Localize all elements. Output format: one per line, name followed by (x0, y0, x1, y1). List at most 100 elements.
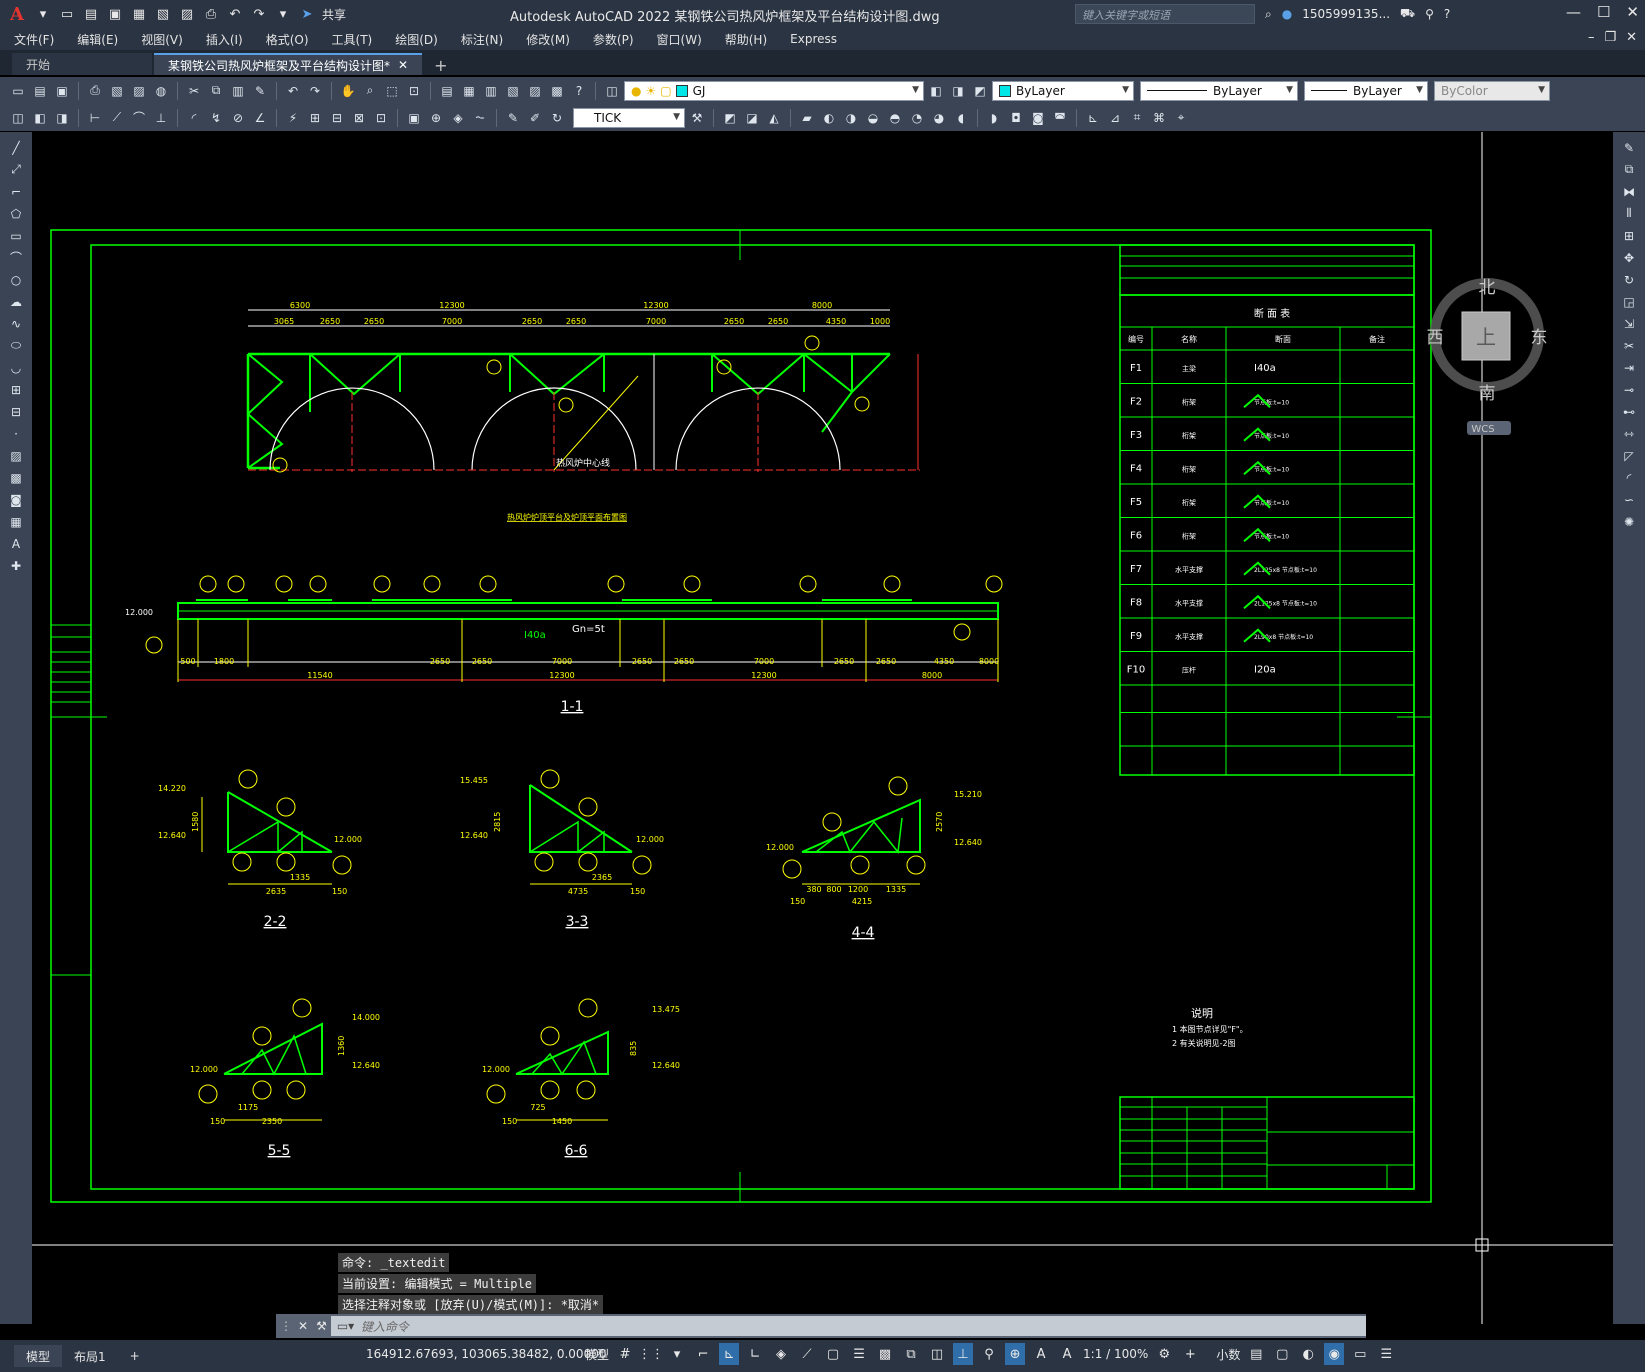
preview-icon[interactable]: ▧ (107, 81, 127, 101)
quick-properties-icon[interactable]: ▤ (1246, 1343, 1266, 1365)
copy-icon[interactable]: ⧉ (206, 81, 226, 101)
arc-icon[interactable]: ⌒ (6, 248, 26, 267)
open-icon[interactable]: ▤ (30, 81, 50, 101)
redo-icon[interactable]: ↷ (250, 5, 268, 23)
maximize-icon[interactable]: ☐ (1597, 3, 1610, 21)
erase-icon[interactable]: ✎ (1619, 138, 1639, 157)
tab-close-icon[interactable]: ✕ (398, 58, 408, 72)
layer-dropdown[interactable]: ● ☀ ▢ GJ ▼ (624, 80, 924, 101)
menu-express[interactable]: Express (790, 32, 837, 46)
subtract-icon[interactable]: ◕ (929, 108, 949, 128)
render-icon[interactable]: ◘ (1006, 108, 1026, 128)
dimstyle-manager-icon[interactable]: ⚒ (687, 108, 707, 128)
hardware-acceleration-icon[interactable]: ◉ (1324, 1343, 1345, 1365)
dropdown-icon[interactable]: ▾ (667, 1343, 687, 1365)
help-icon[interactable]: ? (1444, 7, 1450, 21)
design-center-icon[interactable]: ▦ (459, 81, 479, 101)
tolerance-icon[interactable]: ▣ (404, 108, 424, 128)
plotstyle-dropdown[interactable]: ByColor ▼ (1434, 80, 1550, 101)
revolve-icon[interactable]: ◐ (819, 108, 839, 128)
compass-west[interactable]: 西 (1427, 328, 1444, 348)
dim-aligned-icon[interactable]: ⟋ (107, 108, 127, 128)
share-button[interactable]: 共享 (322, 6, 346, 23)
dim-break-icon[interactable]: ⊡ (371, 108, 391, 128)
dropdown-arrow-icon[interactable]: ▾ (34, 5, 52, 23)
plot-icon[interactable]: ⎙ (85, 81, 105, 101)
cut-icon[interactable]: ✂ (184, 81, 204, 101)
layer-match-icon[interactable]: ◩ (970, 81, 990, 101)
connect-icon[interactable]: ⚲ (1425, 7, 1434, 21)
join-icon[interactable]: ⇿ (1619, 424, 1639, 443)
workspace-gear-icon[interactable]: ⚙ (1154, 1343, 1174, 1365)
transparency-icon[interactable]: ▩ (875, 1343, 895, 1365)
web-save-icon[interactable]: ▨ (178, 5, 196, 23)
menu-edit[interactable]: 编辑(E) (77, 31, 118, 48)
undo-icon[interactable]: ↶ (283, 81, 303, 101)
pan-icon[interactable]: ✋ (338, 81, 358, 101)
publish-icon[interactable]: ▨ (129, 81, 149, 101)
dim-baseline-icon[interactable]: ⊞ (305, 108, 325, 128)
view-cube-top[interactable]: 上 (1476, 325, 1496, 349)
menu-format[interactable]: 格式(O) (266, 31, 309, 48)
object-snap-tracking-icon[interactable]: ⟋ (797, 1343, 817, 1365)
ucs-world-icon[interactable]: ⊿ (1105, 108, 1125, 128)
annotation-scale-icon[interactable]: A (1057, 1343, 1077, 1365)
customize-icon[interactable]: ▾ (274, 5, 292, 23)
section-icon[interactable]: ◒ (863, 108, 883, 128)
help-icon[interactable]: ? (569, 81, 589, 101)
union-icon[interactable]: ◔ (907, 108, 927, 128)
interfere-icon[interactable]: ◓ (885, 108, 905, 128)
calculator-icon[interactable]: ▩ (547, 81, 567, 101)
view-cube[interactable]: 上 北 南 东 西 WCS (1427, 277, 1557, 437)
3d-wedge-icon[interactable]: ◪ (742, 108, 762, 128)
dim-text-edit-icon[interactable]: ✐ (525, 108, 545, 128)
shade-icon[interactable]: ◗ (984, 108, 1004, 128)
slice-icon[interactable]: ◑ (841, 108, 861, 128)
menu-draw[interactable]: 绘图(D) (395, 31, 438, 48)
coordinates-readout[interactable]: 164912.67693, 103065.38482, 0.00000 (366, 1347, 606, 1361)
rotate-icon[interactable]: ↻ (1619, 270, 1639, 289)
spline-icon[interactable]: ∿ (6, 314, 26, 333)
explode-icon[interactable]: ✺ (1619, 512, 1639, 531)
scale-icon[interactable]: ◲ (1619, 292, 1639, 311)
ucs-face-icon[interactable]: ⌘ (1149, 108, 1169, 128)
save-icon[interactable]: ▣ (52, 81, 72, 101)
dim-jogged-icon[interactable]: ↯ (206, 108, 226, 128)
linetype-dropdown[interactable]: ByLayer ▼ (1140, 80, 1298, 101)
units-value[interactable]: 小数 (1216, 1346, 1240, 1363)
table-icon[interactable]: ▦ (6, 512, 26, 531)
extend-icon[interactable]: ⇥ (1619, 358, 1639, 377)
dim-space-icon[interactable]: ⊠ (349, 108, 369, 128)
layer-previous-icon[interactable]: ◨ (948, 81, 968, 101)
menu-parametric[interactable]: 参数(P) (593, 31, 634, 48)
tab-start[interactable]: 开始 (12, 53, 152, 75)
markup-icon[interactable]: ▨ (525, 81, 545, 101)
redo-icon[interactable]: ↷ (305, 81, 325, 101)
fillet-icon[interactable]: ◜ (1619, 468, 1639, 487)
zoom-window-icon[interactable]: ⬚ (382, 81, 402, 101)
layer-isolate-icon[interactable]: ◨ (52, 108, 72, 128)
dim-ordinate-icon[interactable]: ⊥ (151, 108, 171, 128)
zoom-realtime-icon[interactable]: ⌕ (360, 81, 380, 101)
close-icon[interactable]: ✕ (1626, 3, 1639, 21)
save-icon[interactable]: ▣ (106, 5, 124, 23)
minimize-icon[interactable]: — (1566, 3, 1581, 21)
menu-window[interactable]: 窗口(W) (657, 31, 702, 48)
new-file-icon[interactable]: ▭ (58, 5, 76, 23)
add-layout-button[interactable]: + (118, 1345, 152, 1367)
menu-dimension[interactable]: 标注(N) (461, 31, 503, 48)
inspect-icon[interactable]: ◈ (448, 108, 468, 128)
extrude-icon[interactable]: ▰ (797, 108, 817, 128)
annotation-visibility-icon[interactable]: A (1031, 1343, 1051, 1365)
customization-icon[interactable]: ☰ (1376, 1343, 1396, 1365)
menu-file[interactable]: 文件(F) (14, 31, 54, 48)
menu-insert[interactable]: 插入(I) (206, 31, 243, 48)
user-icon[interactable]: ● (1282, 7, 1292, 21)
customize-wrench-icon[interactable]: ⚒ (316, 1319, 327, 1333)
quick-dim-icon[interactable]: ⚡ (283, 108, 303, 128)
user-name[interactable]: 1505999135... (1302, 7, 1390, 21)
dim-diameter-icon[interactable]: ⊘ (228, 108, 248, 128)
array-icon[interactable]: ⊞ (1619, 226, 1639, 245)
break-icon[interactable]: ⊷ (1619, 402, 1639, 421)
3d-cone-icon[interactable]: ◭ (764, 108, 784, 128)
